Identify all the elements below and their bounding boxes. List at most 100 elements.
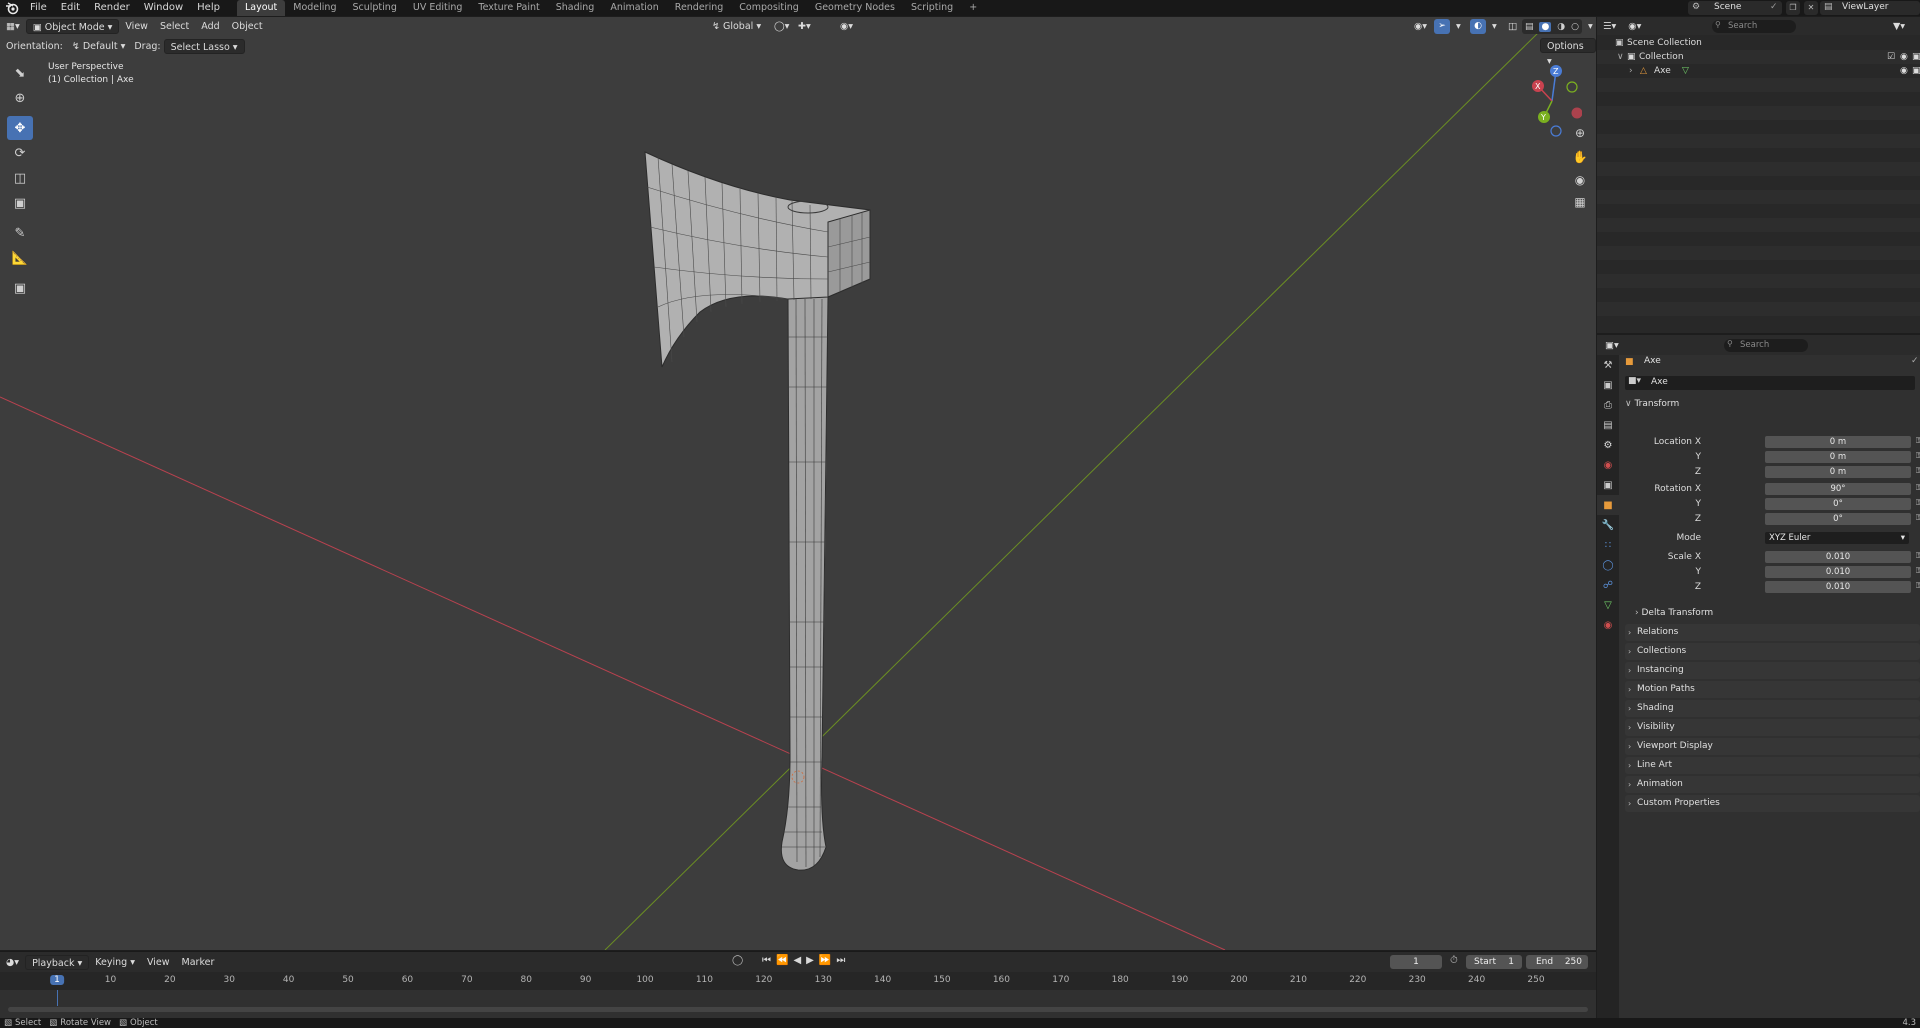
outliner-row-scene-collection[interactable]: ▣ Scene Collection (1597, 36, 1920, 50)
viewport-menu-object[interactable]: Object (226, 19, 269, 34)
transform-panel-header[interactable]: ∨ Transform (1625, 396, 1920, 412)
object-tab-icon[interactable]: ■ (1597, 495, 1619, 515)
annotate-tool-icon[interactable]: ✎ (7, 221, 33, 245)
scene-selector[interactable]: ⚙ Scene ✓ (1688, 1, 1782, 15)
delta-transform-subpanel[interactable]: › Delta Transform (1635, 606, 1905, 620)
playback-menu[interactable]: Playback ▾ (25, 954, 90, 970)
workspace-tab-modeling[interactable]: Modeling (285, 0, 344, 16)
custom-properties-panel[interactable]: › Custom Properties (1625, 795, 1920, 812)
shading-panel[interactable]: › Shading (1625, 700, 1920, 717)
transform-tool-icon[interactable]: ▣ (7, 191, 33, 215)
workspace-tab-shading[interactable]: Shading (548, 0, 603, 16)
options-dropdown[interactable]: Options ▾ (1540, 38, 1596, 67)
menu-render[interactable]: Render (87, 0, 137, 16)
keying-menu[interactable]: Keying ▾ (89, 955, 141, 970)
workspace-tab-uv-editing[interactable]: UV Editing (405, 0, 471, 16)
next-keyframe-icon[interactable]: ⏩ (819, 955, 831, 966)
record-keyframe-icon[interactable]: ◯ (732, 955, 743, 966)
pin-properties-icon[interactable]: ✓ (1911, 356, 1919, 366)
expand-axe-icon[interactable]: › (1629, 64, 1633, 78)
rotation-z-field[interactable]: 0° (1765, 513, 1911, 525)
menu-window[interactable]: Window (137, 0, 190, 16)
stopwatch-icon[interactable]: ⏱ (1450, 955, 1458, 966)
physics-tab-icon[interactable]: ◯ (1597, 555, 1619, 575)
workspace-tab-texture-paint[interactable]: Texture Paint (470, 0, 547, 16)
jump-end-icon[interactable]: ⏭ (836, 955, 845, 966)
3d-viewport[interactable]: ▦▾ ▣ Object Mode ▾ View Select Add Objec… (0, 17, 1596, 950)
collection-exclude-checkbox[interactable]: ☑ (1887, 50, 1895, 64)
properties-search-input[interactable]: Search (1724, 339, 1808, 352)
move-tool-icon[interactable]: ✥ (7, 116, 33, 140)
lock-icon[interactable]: ⚿ (1916, 436, 1920, 446)
scale-y-field[interactable]: 0.010 (1765, 566, 1911, 578)
blender-logo-icon[interactable] (5, 1, 19, 15)
solid-shading-icon[interactable]: ● (1539, 21, 1552, 32)
workspace-tab-animation[interactable]: Animation (602, 0, 666, 16)
wireframe-shading-icon[interactable]: ▤ (1525, 22, 1534, 32)
render-tab-icon[interactable]: ▣ (1597, 375, 1619, 395)
visibility-panel[interactable]: › Visibility (1625, 719, 1920, 736)
menu-edit[interactable]: Edit (54, 0, 87, 16)
collection-tab-icon[interactable]: ▣ (1597, 475, 1619, 495)
world-tab-icon[interactable]: ◉ (1597, 455, 1619, 475)
scale-x-field[interactable]: 0.010 (1765, 551, 1911, 563)
lock-icon[interactable]: ⚿ (1916, 498, 1920, 508)
xray-toggle-icon[interactable]: ◫ (1502, 19, 1523, 34)
start-frame-field[interactable]: Start 1 (1466, 955, 1522, 969)
play-icon[interactable]: ▶ (806, 955, 814, 966)
new-scene-icon[interactable]: ❐ (1786, 1, 1800, 15)
workspace-tab-sculpting[interactable]: Sculpting (344, 0, 404, 16)
lock-icon[interactable]: ⚿ (1916, 483, 1920, 493)
snap-icon[interactable]: ✚▾ (792, 19, 817, 34)
overlays-toggle-icon[interactable]: ◐ (1470, 19, 1486, 34)
motion-paths-panel[interactable]: › Motion Paths (1625, 681, 1920, 698)
rendered-shading-icon[interactable]: ○ (1571, 22, 1579, 32)
menu-help[interactable]: Help (190, 0, 227, 16)
lock-icon[interactable]: ⚿ (1916, 466, 1920, 476)
timeline-ruler[interactable]: 1 10 20 30 40 50 60 70 80 90 100 110 120 130 140 150 160… (0, 972, 1596, 990)
current-frame-field[interactable]: 1 (1390, 955, 1442, 969)
marker-menu[interactable]: Marker (176, 955, 221, 970)
delete-scene-icon[interactable]: ✕ (1804, 1, 1818, 15)
rotation-x-field[interactable]: 90° (1765, 483, 1911, 495)
expand-collection-icon[interactable]: ∨ (1617, 50, 1624, 64)
material-tab-icon[interactable]: ◉ (1597, 615, 1619, 635)
drag-dropdown[interactable]: Select Lasso ▾ (163, 38, 245, 54)
gizmo-dropdown-icon[interactable]: ▾ (1450, 19, 1467, 34)
output-tab-icon[interactable]: ⎙ (1597, 395, 1619, 415)
transform-orientation-dropdown[interactable]: ↯ Global ▾ (706, 19, 767, 34)
camera-view-icon[interactable]: ◉ (1570, 170, 1590, 190)
axe-visibility-eye-icon[interactable]: ◉ (1900, 64, 1908, 78)
gizmo-toggle-icon[interactable]: ➢ (1434, 19, 1450, 34)
lock-icon[interactable]: ⚿ (1916, 581, 1920, 591)
scene-tab-icon[interactable]: ⚙ (1597, 435, 1619, 455)
viewport-menu-view[interactable]: View (119, 19, 154, 34)
location-y-field[interactable]: 0 m (1765, 451, 1911, 463)
timeline-scrollbar[interactable] (8, 1007, 1588, 1012)
proportional-edit-icon[interactable]: ◉▾ (834, 19, 859, 34)
visibility-icon[interactable]: ◉▾ (1408, 19, 1433, 34)
lock-icon[interactable]: ⚿ (1916, 566, 1920, 576)
play-reverse-icon[interactable]: ◀ (793, 955, 801, 966)
animation-panel[interactable]: › Animation (1625, 776, 1920, 793)
measure-tool-icon[interactable]: 📐 (7, 246, 33, 270)
material-shading-icon[interactable]: ◑ (1557, 22, 1565, 32)
line-art-panel[interactable]: › Line Art (1625, 757, 1920, 774)
workspace-tab-scripting[interactable]: Scripting (903, 0, 961, 16)
object-mode-dropdown[interactable]: ▣ Object Mode ▾ (25, 19, 120, 34)
location-z-field[interactable]: 0 m (1765, 466, 1911, 478)
add-workspace-button[interactable]: + (961, 0, 985, 16)
object-name-field[interactable]: ■▾ Axe (1625, 376, 1915, 390)
display-mode-icon[interactable]: ◉▾ (1622, 19, 1647, 34)
outliner-editor-type-icon[interactable]: ☰▾ (1597, 19, 1622, 34)
rotate-tool-icon[interactable]: ⟳ (7, 141, 33, 165)
pin-icon[interactable]: ✓ (1770, 2, 1778, 12)
outliner-search-input[interactable]: Search (1712, 20, 1796, 33)
tool-tab-icon[interactable]: ⚒ (1597, 355, 1619, 375)
timeline-view-menu[interactable]: View (141, 955, 176, 970)
lock-icon[interactable]: ⚿ (1916, 513, 1920, 523)
axe-render-camera-icon[interactable]: ▣ (1912, 64, 1920, 78)
cursor-tool-icon[interactable]: ⊕ (7, 86, 33, 110)
viewlayer-selector[interactable]: ▤ ViewLayer (1820, 1, 1920, 15)
collection-visibility-eye-icon[interactable]: ◉ (1900, 50, 1908, 64)
